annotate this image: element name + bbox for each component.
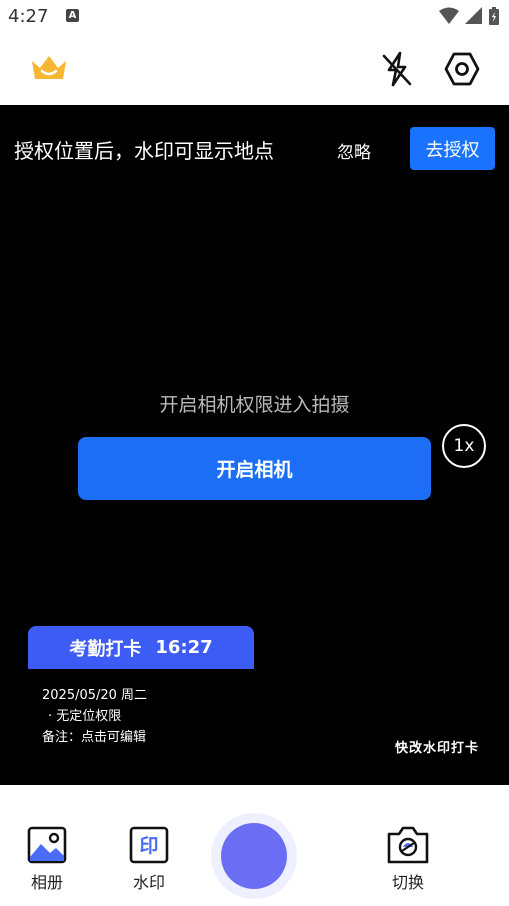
switch-label: 切换 — [391, 873, 424, 892]
switch-camera-tab[interactable]: 切换 — [386, 825, 430, 893]
watermark-location: · 无定位权限 — [48, 709, 122, 724]
notification-icon: A — [66, 9, 79, 22]
status-bar: 4:27 A — [0, 0, 509, 35]
location-auth-message: 授权位置后，水印可显示地点 — [14, 139, 274, 163]
authorize-button[interactable]: 去授权 — [410, 127, 495, 170]
battery-icon — [489, 7, 499, 25]
watermark-tab[interactable]: 印 水印 — [128, 825, 170, 893]
shutter-inner — [221, 823, 287, 889]
watermark-time: 16:27 — [155, 637, 213, 658]
switch-camera-icon — [387, 826, 429, 864]
open-camera-button[interactable]: 开启相机 — [78, 437, 431, 500]
watermark-note[interactable]: 备注：点击可编辑 — [42, 726, 146, 745]
status-indicators — [439, 7, 499, 25]
ignore-button[interactable]: 忽略 — [337, 138, 371, 163]
album-label: 相册 — [30, 873, 63, 892]
quick-edit-watermark-button[interactable]: 快改水印打卡 — [395, 737, 479, 756]
status-time: 4:27 — [8, 6, 49, 27]
watermark-date: 2025/05/20 周二 — [42, 688, 148, 703]
vip-crown-icon[interactable] — [30, 53, 68, 87]
watermark-header[interactable]: 考勤打卡 16:27 — [28, 626, 254, 669]
watermark-title: 考勤打卡 — [69, 638, 142, 660]
album-icon — [27, 826, 67, 864]
settings-icon[interactable] — [443, 50, 481, 92]
svg-text:印: 印 — [139, 835, 158, 857]
zoom-button[interactable]: 1x — [442, 424, 486, 468]
album-tab[interactable]: 相册 — [26, 825, 68, 893]
wifi-icon — [439, 7, 459, 24]
signal-icon — [465, 7, 482, 24]
shutter-button[interactable] — [211, 813, 297, 899]
bottom-bar: 相册 印 水印 切换 — [0, 785, 509, 906]
top-bar — [0, 35, 509, 105]
watermark-icon: 印 — [129, 826, 169, 864]
flash-off-icon[interactable] — [380, 50, 414, 92]
camera-permission-text: 开启相机权限进入拍摄 — [159, 394, 350, 416]
watermark-label: 水印 — [132, 873, 165, 892]
